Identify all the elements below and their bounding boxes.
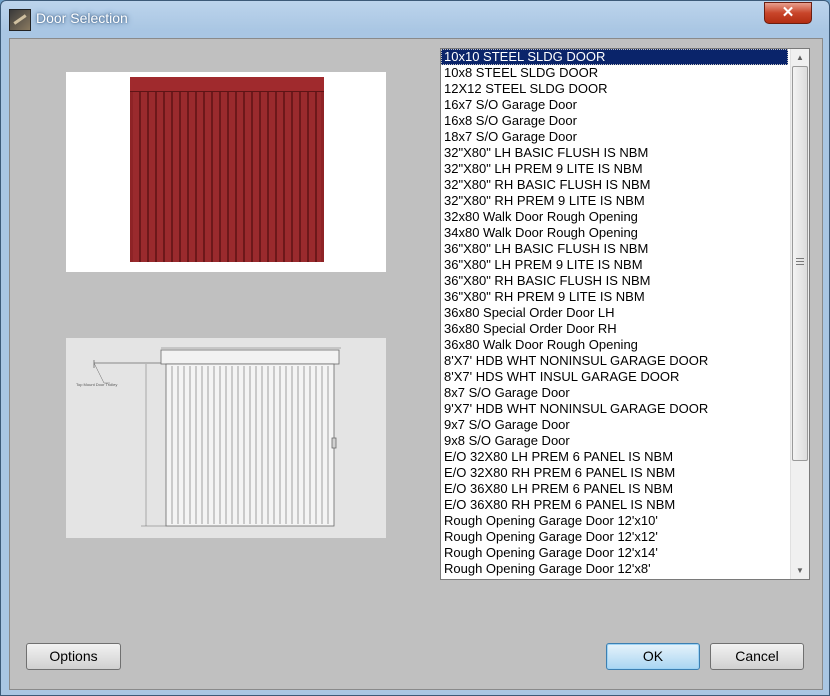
list-item[interactable]: 9x8 S/O Garage Door bbox=[441, 433, 788, 449]
scroll-up-arrow-icon[interactable]: ▲ bbox=[791, 49, 809, 66]
list-item[interactable]: Rough Opening Garage Door 12'x8' bbox=[441, 561, 788, 577]
list-item[interactable]: E/O 36X80 LH PREM 6 PANEL IS NBM bbox=[441, 481, 788, 497]
list-item[interactable]: 16x8 S/O Garage Door bbox=[441, 113, 788, 129]
list-item[interactable]: E/O 36X80 RH PREM 6 PANEL IS NBM bbox=[441, 497, 788, 513]
list-item[interactable]: 36x80 Special Order Door LH bbox=[441, 305, 788, 321]
ok-button[interactable]: OK bbox=[606, 643, 700, 670]
list-item[interactable]: Rough Opening Garage Door 12'x10' bbox=[441, 513, 788, 529]
list-item[interactable]: 32"X80" RH PREM 9 LITE IS NBM bbox=[441, 193, 788, 209]
list-item[interactable]: E/O 32X80 RH PREM 6 PANEL IS NBM bbox=[441, 465, 788, 481]
list-item[interactable]: 36"X80" RH PREM 9 LITE IS NBM bbox=[441, 289, 788, 305]
list-item[interactable]: 32"X80" LH PREM 9 LITE IS NBM bbox=[441, 161, 788, 177]
list-item[interactable]: 8'X7' HDS WHT INSUL GARAGE DOOR bbox=[441, 369, 788, 385]
door-preview-image bbox=[66, 72, 386, 272]
door-elevation-drawing: Top Mount Door Trolley bbox=[66, 338, 386, 538]
door-list: 10x10 STEEL SLDG DOOR 10x8 STEEL SLDG DOO… bbox=[441, 49, 788, 577]
grip-icon bbox=[796, 258, 804, 265]
door-header-track bbox=[130, 77, 324, 92]
drawing-label: Top Mount Door Trolley bbox=[76, 382, 117, 387]
list-item[interactable]: 8x7 S/O Garage Door bbox=[441, 385, 788, 401]
scroll-thumb[interactable] bbox=[792, 66, 808, 461]
cancel-button[interactable]: Cancel bbox=[710, 643, 804, 670]
list-item[interactable]: 9x7 S/O Garage Door bbox=[441, 417, 788, 433]
title-bar[interactable]: Door Selection ✕ bbox=[1, 1, 829, 37]
list-item[interactable]: E/O 32X80 LH PREM 6 PANEL IS NBM bbox=[441, 449, 788, 465]
list-item[interactable]: 10x8 STEEL SLDG DOOR bbox=[441, 65, 788, 81]
list-item[interactable]: 32"X80" LH BASIC FLUSH IS NBM bbox=[441, 145, 788, 161]
list-item[interactable]: 36"X80" LH BASIC FLUSH IS NBM bbox=[441, 241, 788, 257]
options-button[interactable]: Options bbox=[26, 643, 121, 670]
list-item[interactable]: 36"X80" LH PREM 9 LITE IS NBM bbox=[441, 257, 788, 273]
list-item[interactable]: 32x80 Walk Door Rough Opening bbox=[441, 209, 788, 225]
app-icon bbox=[9, 9, 31, 31]
vertical-scrollbar[interactable]: ▲ ▼ bbox=[790, 49, 809, 579]
window-title: Door Selection bbox=[36, 10, 128, 26]
list-item[interactable]: 34x80 Walk Door Rough Opening bbox=[441, 225, 788, 241]
list-item[interactable]: 36x80 Walk Door Rough Opening bbox=[441, 337, 788, 353]
list-item[interactable]: 18x7 S/O Garage Door bbox=[441, 129, 788, 145]
close-button[interactable]: ✕ bbox=[764, 2, 812, 24]
dialog-body: Top Mount Door Trolley 10x10 STEEL SLDG … bbox=[9, 38, 823, 690]
list-item[interactable]: 10x10 STEEL SLDG DOOR bbox=[441, 49, 788, 65]
door-listbox[interactable]: 10x10 STEEL SLDG DOOR 10x8 STEEL SLDG DOO… bbox=[440, 48, 810, 580]
list-item[interactable]: Rough Opening Garage Door 12'x12' bbox=[441, 529, 788, 545]
list-item[interactable]: 12X12 STEEL SLDG DOOR bbox=[441, 81, 788, 97]
list-item[interactable]: 8'X7' HDB WHT NONINSUL GARAGE DOOR bbox=[441, 353, 788, 369]
list-item[interactable]: 32"X80" RH BASIC FLUSH IS NBM bbox=[441, 177, 788, 193]
elevation-drawing-svg: Top Mount Door Trolley bbox=[76, 347, 341, 527]
scroll-down-arrow-icon[interactable]: ▼ bbox=[791, 562, 809, 579]
sliding-door-rendering bbox=[130, 77, 324, 262]
door-panel-ribs bbox=[133, 92, 321, 262]
list-item[interactable]: 9'X7' HDB WHT NONINSUL GARAGE DOOR bbox=[441, 401, 788, 417]
list-item[interactable]: 36x80 Special Order Door RH bbox=[441, 321, 788, 337]
list-item[interactable]: 36"X80" RH BASIC FLUSH IS NBM bbox=[441, 273, 788, 289]
list-item[interactable]: Rough Opening Garage Door 12'x14' bbox=[441, 545, 788, 561]
list-item[interactable]: 16x7 S/O Garage Door bbox=[441, 97, 788, 113]
door-selection-window: Door Selection ✕ Top Mount Door Trolley … bbox=[0, 0, 830, 696]
